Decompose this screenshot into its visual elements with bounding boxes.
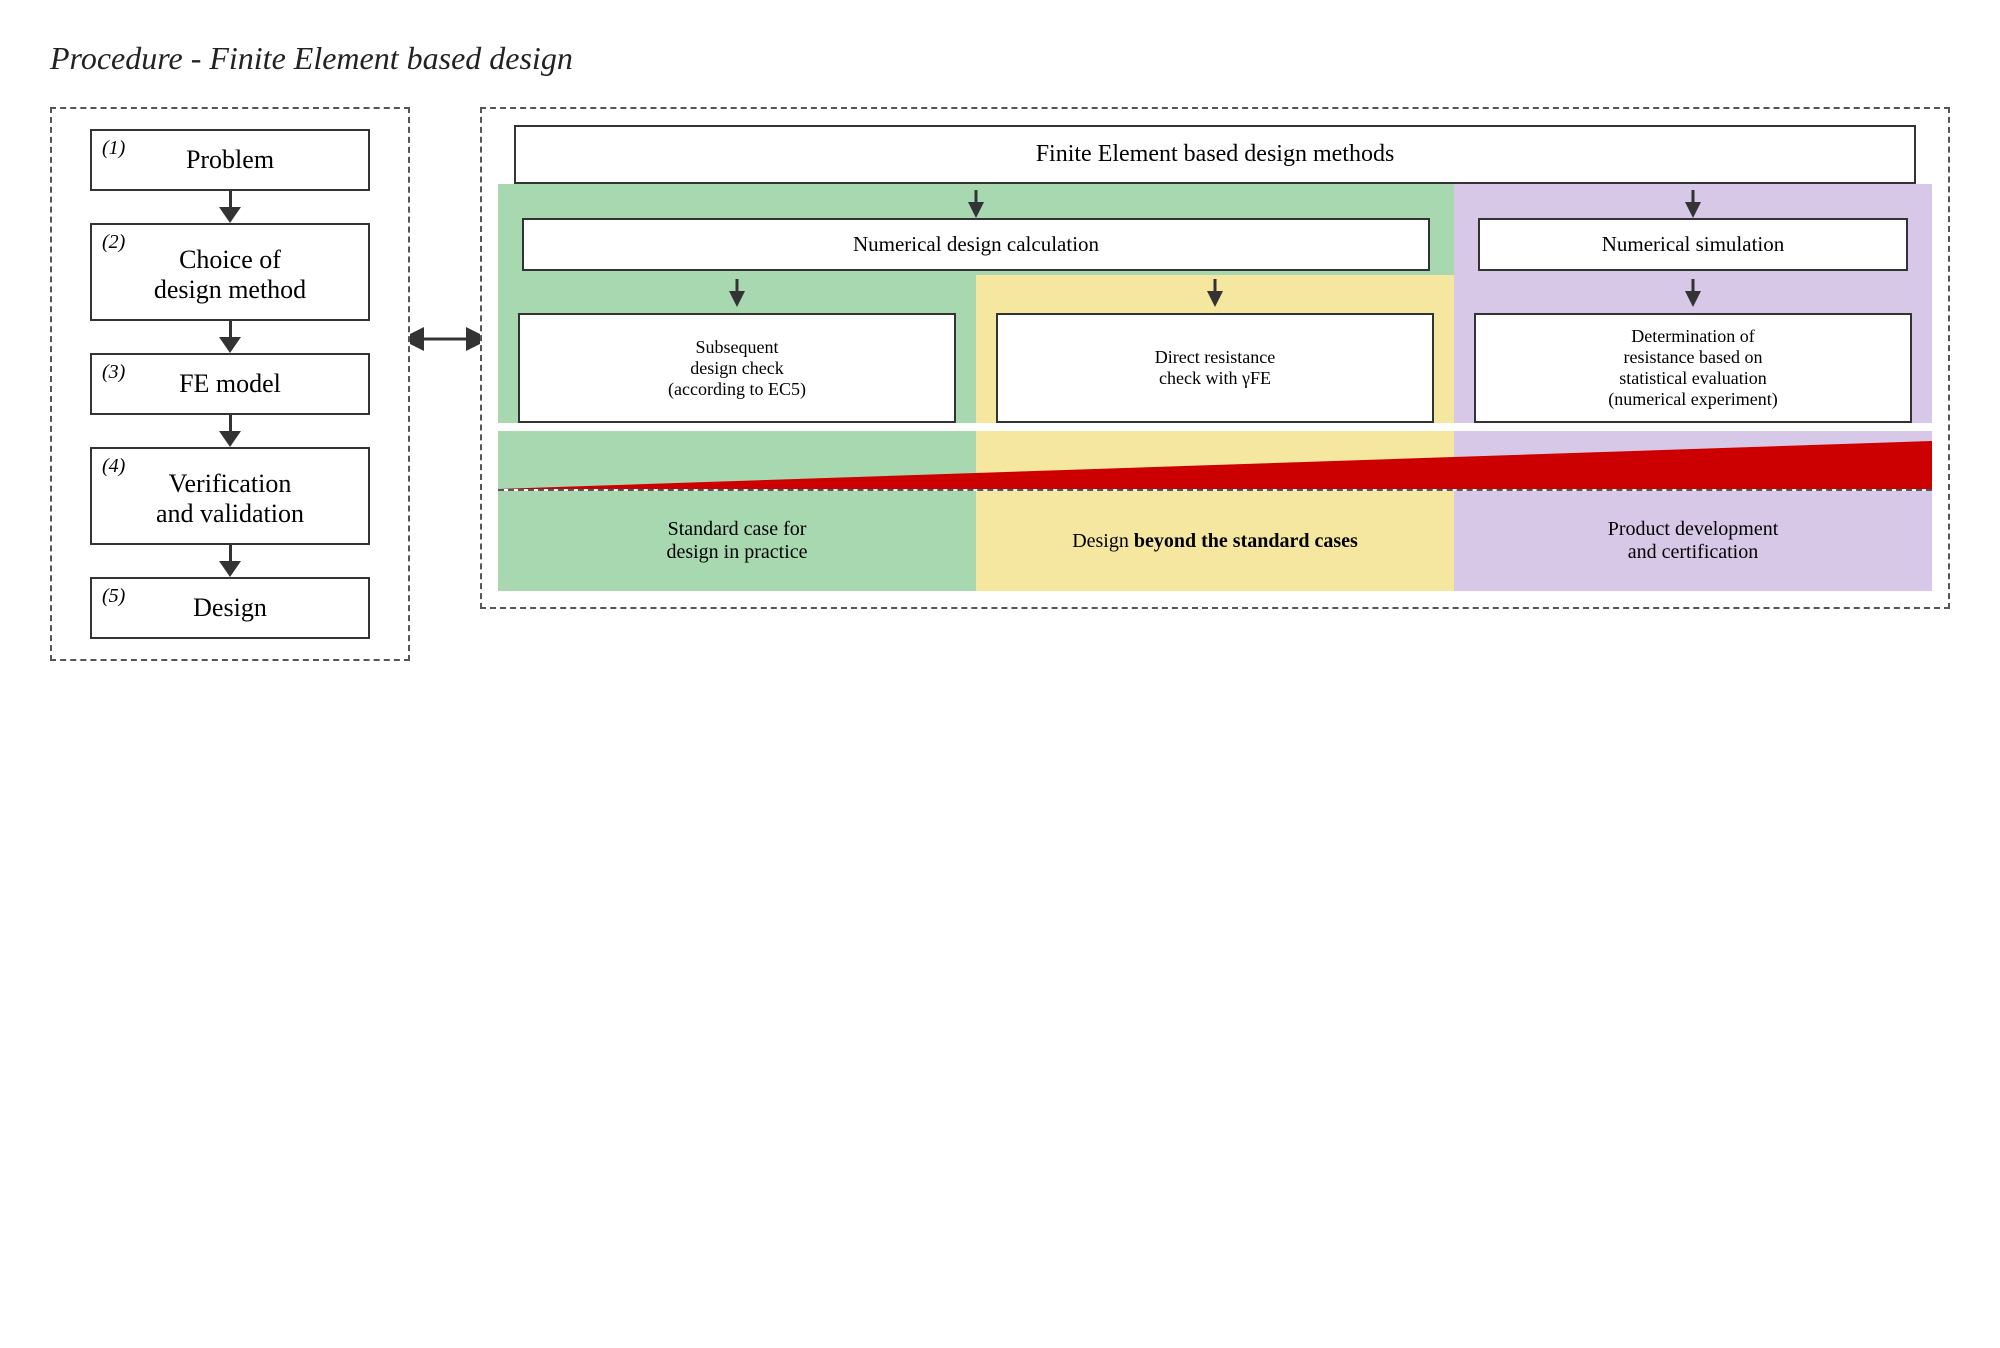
step-4-label: Verification and validation xyxy=(156,469,304,528)
arrow-2-3 xyxy=(219,321,241,353)
method-box-2: Direct resistance check with γFE xyxy=(996,313,1435,423)
step-2-label: Choice of design method xyxy=(154,245,306,304)
purple-section-top: Numerical simulation xyxy=(1454,184,1932,275)
step-2-number: (2) xyxy=(102,231,125,254)
connector-double-arrow xyxy=(410,327,480,351)
arrow-to-sim xyxy=(1681,190,1705,218)
step-3-box: (3) FE model xyxy=(90,353,370,415)
arrow-yellow xyxy=(1203,279,1227,307)
step-5-number: (5) xyxy=(102,585,125,608)
procedure-left-column: (1) Problem (2) Choice of design method … xyxy=(50,107,410,661)
bottom-label-1: Standard case for design in practice xyxy=(498,491,976,591)
col-yellow: Direct resistance check with γFE xyxy=(976,275,1454,423)
step-5-box: (5) Design xyxy=(90,577,370,639)
step-1-number: (1) xyxy=(102,137,125,160)
effort-label: numerical effort xyxy=(1759,447,1912,473)
fe-outer-dashed-border: Finite Element based design methods N xyxy=(480,107,1950,609)
step-1-label: Problem xyxy=(186,145,274,174)
method-columns: Subsequent design check (according to EC… xyxy=(498,275,1932,423)
col-green: Subsequent design check (according to EC… xyxy=(498,275,976,423)
bottom-label-2-text: Design beyond the standard cases xyxy=(1072,530,1358,553)
step-3-number: (3) xyxy=(102,361,125,384)
bottom-labels: Standard case for design in practice Des… xyxy=(498,491,1932,591)
arrow-3-4 xyxy=(219,415,241,447)
step-2-box: (2) Choice of design method xyxy=(90,223,370,321)
fe-diagram: Finite Element based design methods N xyxy=(480,107,1950,609)
step-5-label: Design xyxy=(193,593,267,622)
effort-row: numerical effort xyxy=(498,431,1932,489)
calc-box: Numerical design calculation xyxy=(522,218,1430,271)
arrow-green xyxy=(725,279,749,307)
col-purple: Determination of resistance based on sta… xyxy=(1454,275,1932,423)
step-3-label: FE model xyxy=(179,369,281,398)
arrow-to-calc xyxy=(964,190,988,218)
green-yellow-section: Numerical design calculation xyxy=(498,184,1454,275)
bottom-label-3: Product development and certification xyxy=(1454,491,1932,591)
bottom-label-2: Design beyond the standard cases xyxy=(976,491,1454,591)
arrow-4-5 xyxy=(219,545,241,577)
step-1-box: (1) Problem xyxy=(90,129,370,191)
fe-header-box: Finite Element based design methods xyxy=(514,125,1916,184)
step-4-box: (4) Verification and validation xyxy=(90,447,370,545)
effort-triangle-svg xyxy=(498,431,1932,489)
method-box-1: Subsequent design check (according to EC… xyxy=(518,313,957,423)
sim-box: Numerical simulation xyxy=(1478,218,1908,271)
arrow-1-2 xyxy=(219,191,241,223)
arrow-purple xyxy=(1681,279,1705,307)
method-box-3: Determination of resistance based on sta… xyxy=(1474,313,1913,423)
step-4-number: (4) xyxy=(102,455,125,478)
page-title: Procedure - Finite Element based design xyxy=(50,40,1950,77)
